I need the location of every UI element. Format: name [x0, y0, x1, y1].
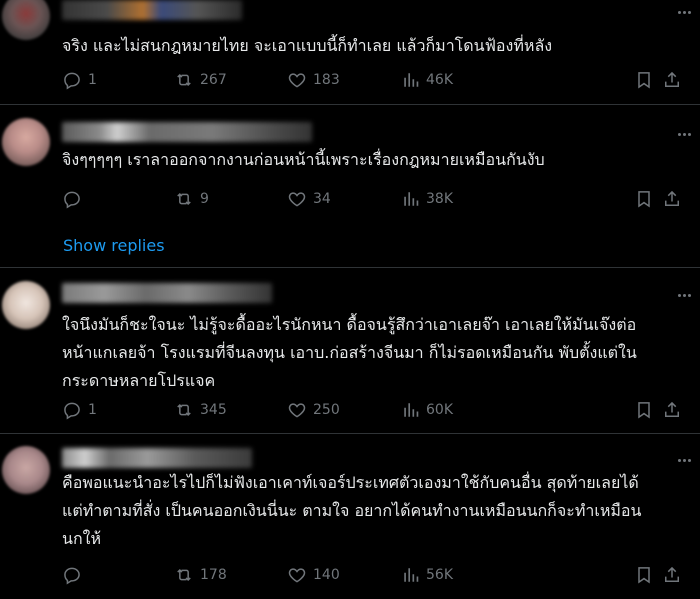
action-bar: 1 345 250 60K	[62, 398, 682, 422]
action-bar: 178 140 56K	[62, 563, 682, 587]
retweet-icon	[177, 192, 191, 206]
bookmark-icon	[638, 567, 650, 584]
author-name-blurred[interactable]	[62, 448, 252, 468]
repost-count: 9	[200, 191, 209, 207]
reply-button[interactable]	[62, 563, 88, 587]
more-options-button[interactable]	[674, 285, 694, 305]
repost-count: 267	[200, 72, 227, 88]
avatar[interactable]	[2, 0, 50, 40]
share-button[interactable]	[662, 187, 682, 211]
reply-post-3[interactable]: ใจนึงมันก็ชะใจนะ ไม่รู้จะดื้ออะไรนักหนา …	[0, 281, 700, 433]
bookmark-button[interactable]	[634, 187, 654, 211]
divider	[0, 267, 700, 268]
like-button[interactable]: 183	[287, 68, 340, 92]
repost-button[interactable]: 345	[174, 398, 227, 422]
like-button[interactable]: 140	[287, 563, 340, 587]
views-chart-icon	[404, 73, 419, 87]
bookmark-button[interactable]	[634, 68, 654, 92]
bookmark-button[interactable]	[634, 563, 654, 587]
bookmark-button[interactable]	[634, 398, 654, 422]
reply-icon	[64, 72, 80, 90]
more-options-button[interactable]	[674, 450, 694, 470]
share-button[interactable]	[662, 563, 682, 587]
retweet-icon	[177, 73, 191, 87]
bookmark-icon	[638, 402, 650, 419]
view-count: 46K	[426, 72, 453, 88]
author-name-blurred[interactable]	[62, 122, 312, 142]
avatar[interactable]	[2, 446, 50, 494]
bookmark-icon	[638, 72, 650, 89]
share-icon	[665, 190, 679, 206]
reply-post-1[interactable]: จริง และไม่สนกฎหมายไทย จะเอาแบบนี้ก็ทำเล…	[0, 0, 700, 108]
reply-button[interactable]: 1	[62, 398, 97, 422]
share-icon	[665, 71, 679, 87]
reply-icon	[64, 191, 80, 209]
author-name-blurred[interactable]	[62, 0, 242, 20]
repost-count: 345	[200, 402, 227, 418]
heart-icon	[288, 403, 306, 418]
views-button[interactable]: 46K	[402, 68, 453, 92]
action-bar: 9 34 38K	[62, 187, 682, 211]
avatar[interactable]	[2, 281, 50, 329]
views-button[interactable]: 38K	[402, 187, 453, 211]
heart-icon	[288, 73, 306, 88]
views-button[interactable]: 60K	[402, 398, 453, 422]
tweet-text: ใจนึงมันก็ชะใจนะ ไม่รู้จะดื้ออะไรนักหนา …	[62, 315, 637, 390]
share-icon	[665, 401, 679, 417]
replies-feed: จริง และไม่สนกฎหมายไทย จะเอาแบบนี้ก็ทำเล…	[0, 0, 700, 599]
reply-icon	[64, 567, 80, 585]
retweet-icon	[177, 403, 191, 417]
repost-count: 178	[200, 567, 227, 583]
views-chart-icon	[404, 568, 419, 582]
tweet-text: จิงๆๆๆๆๆ เราลาออกจากงานก่อนหน้านี้เพราะเ…	[62, 150, 545, 169]
divider	[0, 104, 700, 105]
views-chart-icon	[404, 192, 419, 206]
like-button[interactable]: 250	[287, 398, 340, 422]
share-button[interactable]	[662, 68, 682, 92]
like-count: 250	[313, 402, 340, 418]
like-button[interactable]: 34	[287, 187, 331, 211]
action-bar: 1 267 183 46K	[62, 68, 682, 92]
retweet-icon	[177, 568, 191, 582]
show-replies-link[interactable]: Show replies	[63, 236, 165, 255]
tweet-text: จริง และไม่สนกฎหมายไทย จะเอาแบบนี้ก็ทำเล…	[62, 36, 553, 55]
reply-post-4[interactable]: คือพอแนะนำอะไรไปก็ไม่ฟังเอาเคาท์เจอร์ประ…	[0, 446, 700, 599]
like-count: 183	[313, 72, 340, 88]
heart-icon	[288, 568, 306, 583]
repost-button[interactable]: 9	[174, 187, 209, 211]
author-name-blurred[interactable]	[62, 283, 272, 303]
reply-button[interactable]: 1	[62, 68, 97, 92]
like-count: 34	[313, 191, 331, 207]
like-count: 140	[313, 567, 340, 583]
view-count: 60K	[426, 402, 453, 418]
views-chart-icon	[404, 403, 419, 417]
repost-button[interactable]: 267	[174, 68, 227, 92]
reply-count: 1	[88, 402, 97, 418]
reply-icon	[64, 402, 80, 420]
reply-button[interactable]	[62, 187, 88, 211]
views-button[interactable]: 56K	[402, 563, 453, 587]
bookmark-icon	[638, 191, 650, 208]
repost-button[interactable]: 178	[174, 563, 227, 587]
divider	[0, 433, 700, 434]
avatar[interactable]	[2, 118, 50, 166]
more-options-button[interactable]	[674, 2, 694, 22]
tweet-text: คือพอแนะนำอะไรไปก็ไม่ฟังเอาเคาท์เจอร์ประ…	[62, 473, 642, 548]
view-count: 38K	[426, 191, 453, 207]
view-count: 56K	[426, 567, 453, 583]
share-icon	[665, 566, 679, 582]
reply-count: 1	[88, 72, 97, 88]
heart-icon	[288, 192, 306, 207]
share-button[interactable]	[662, 398, 682, 422]
more-options-button[interactable]	[674, 124, 694, 144]
